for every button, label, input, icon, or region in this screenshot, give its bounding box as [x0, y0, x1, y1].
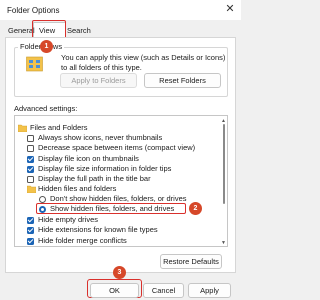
checkbox[interactable] — [27, 226, 34, 234]
cancel-button[interactable]: Cancel — [143, 283, 184, 298]
window-title: Folder Options — [7, 6, 60, 15]
list-item-label: Display file icon on thumbnails — [38, 154, 139, 163]
list-item-label: Files and Folders — [30, 123, 88, 132]
list-item-label: Hidden files and folders — [38, 184, 117, 193]
list-item-label: Always show icons, never thumbnails — [38, 133, 163, 142]
title-bar: Folder Options ✕ — [0, 0, 241, 20]
checkbox[interactable] — [27, 216, 34, 224]
folder-views-description: You can apply this view (such as Details… — [61, 53, 226, 72]
ok-button[interactable]: OK — [90, 283, 139, 298]
checkbox[interactable] — [27, 175, 34, 183]
checkbox[interactable] — [27, 134, 34, 142]
scroll-down-icon[interactable]: ▼ — [221, 240, 226, 246]
folder-view-icon — [26, 56, 43, 72]
list-item-label: Display the full path in the title bar — [38, 174, 151, 183]
list-item-label: Hide folder merge conflicts — [38, 236, 127, 245]
reset-folders-button[interactable]: Reset Folders — [144, 73, 221, 88]
step-badge-3: 3 — [113, 266, 126, 279]
list-item-label: Decrease space between items (compact vi… — [38, 143, 196, 152]
annotation-highlight-show-hidden — [36, 203, 186, 214]
advanced-settings-label: Advanced settings: — [14, 104, 78, 113]
checkbox[interactable] — [27, 144, 34, 152]
checkbox[interactable] — [27, 155, 34, 163]
list-item-label: Hide empty drives — [38, 215, 99, 224]
apply-button[interactable]: Apply — [188, 283, 231, 298]
apply-to-folders-button[interactable]: Apply to Folders — [60, 73, 137, 88]
list-item-label: Display file size information in folder … — [38, 164, 172, 173]
restore-defaults-button[interactable]: Restore Defaults — [160, 254, 222, 269]
list-item-label: Hide extensions for known file types — [38, 225, 158, 234]
step-badge-1: 1 — [40, 40, 53, 53]
folder-icon — [27, 185, 36, 193]
folder-icon — [18, 124, 27, 132]
step-badge-2: 2 — [189, 202, 202, 215]
close-icon[interactable]: ✕ — [223, 2, 237, 16]
tab-general[interactable]: General — [8, 26, 35, 35]
checkbox[interactable] — [27, 165, 34, 173]
checkbox[interactable] — [27, 237, 34, 245]
scrollbar-thumb[interactable] — [223, 124, 225, 204]
tab-search[interactable]: Search — [67, 26, 91, 35]
radio-button[interactable] — [39, 195, 46, 203]
